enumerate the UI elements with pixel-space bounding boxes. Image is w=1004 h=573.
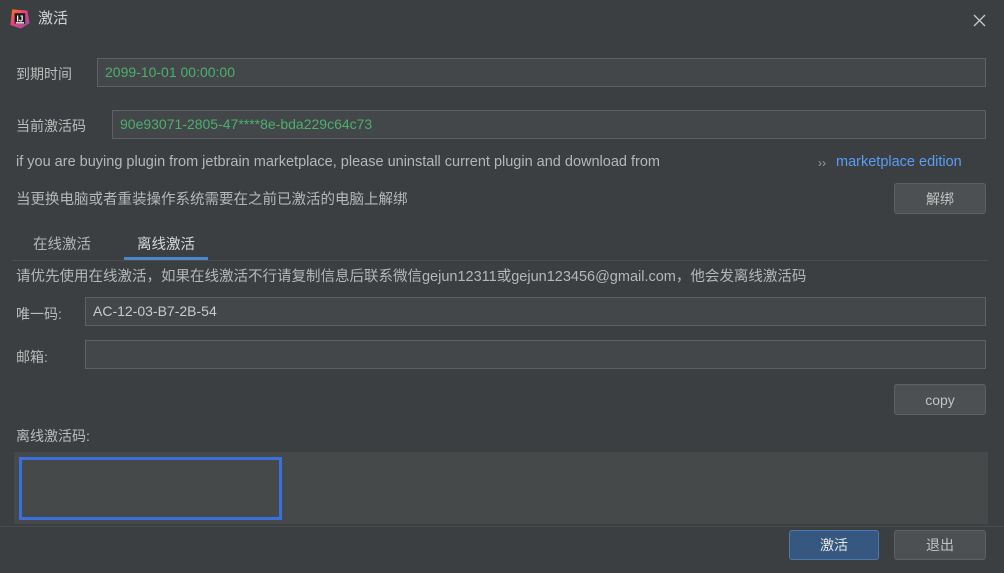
tab-separator bbox=[12, 260, 988, 261]
current-code-value: 90e93071-2805-47****8e-bda229c64c73 bbox=[112, 110, 986, 139]
copy-button[interactable]: copy bbox=[894, 384, 986, 415]
exit-button[interactable]: 退出 bbox=[894, 530, 986, 560]
unique-code-input[interactable]: AC-12-03-B7-2B-54 bbox=[85, 297, 986, 326]
intellij-idea-icon: IJ bbox=[9, 8, 31, 30]
title-bar: IJ 激活 bbox=[0, 0, 1004, 40]
email-label: 邮箱: bbox=[16, 349, 48, 365]
chevron-right-icon: ›› bbox=[818, 156, 826, 170]
offline-code-label: 离线激活码: bbox=[16, 428, 90, 444]
expire-time-label: 到期时间 bbox=[16, 66, 72, 82]
offline-hint-text: 请优先使用在线激活，如果在线激活不行请复制信息后联系微信gejun12311或g… bbox=[16, 269, 807, 285]
unbind-button[interactable]: 解绑 bbox=[894, 183, 986, 214]
tab-online-activation[interactable]: 在线激活 bbox=[20, 228, 104, 258]
expire-time-value: 2099-10-01 00:00:00 bbox=[97, 58, 986, 87]
offline-code-textarea[interactable] bbox=[19, 457, 282, 520]
email-input[interactable] bbox=[85, 340, 986, 369]
marketplace-notice-text: if you are buying plugin from jetbrain m… bbox=[16, 154, 661, 170]
activation-dialog: IJ 激活 到期时间 2099-10-01 00:00:00 当前激活码 90e… bbox=[0, 0, 1004, 573]
marketplace-edition-link[interactable]: marketplace edition bbox=[836, 152, 962, 172]
unbind-notice-text: 当更换电脑或者重装操作系统需要在之前已激活的电脑上解绑 bbox=[16, 192, 408, 208]
footer-divider bbox=[0, 526, 1004, 527]
close-icon[interactable] bbox=[964, 6, 994, 34]
tab-offline-activation[interactable]: 离线激活 bbox=[124, 228, 208, 260]
activate-button[interactable]: 激活 bbox=[789, 530, 879, 560]
current-code-label: 当前激活码 bbox=[16, 118, 86, 134]
window-title: 激活 bbox=[38, 10, 69, 27]
activation-tabs: 在线激活 离线激活 bbox=[12, 228, 988, 260]
unique-code-label: 唯一码: bbox=[16, 306, 62, 322]
